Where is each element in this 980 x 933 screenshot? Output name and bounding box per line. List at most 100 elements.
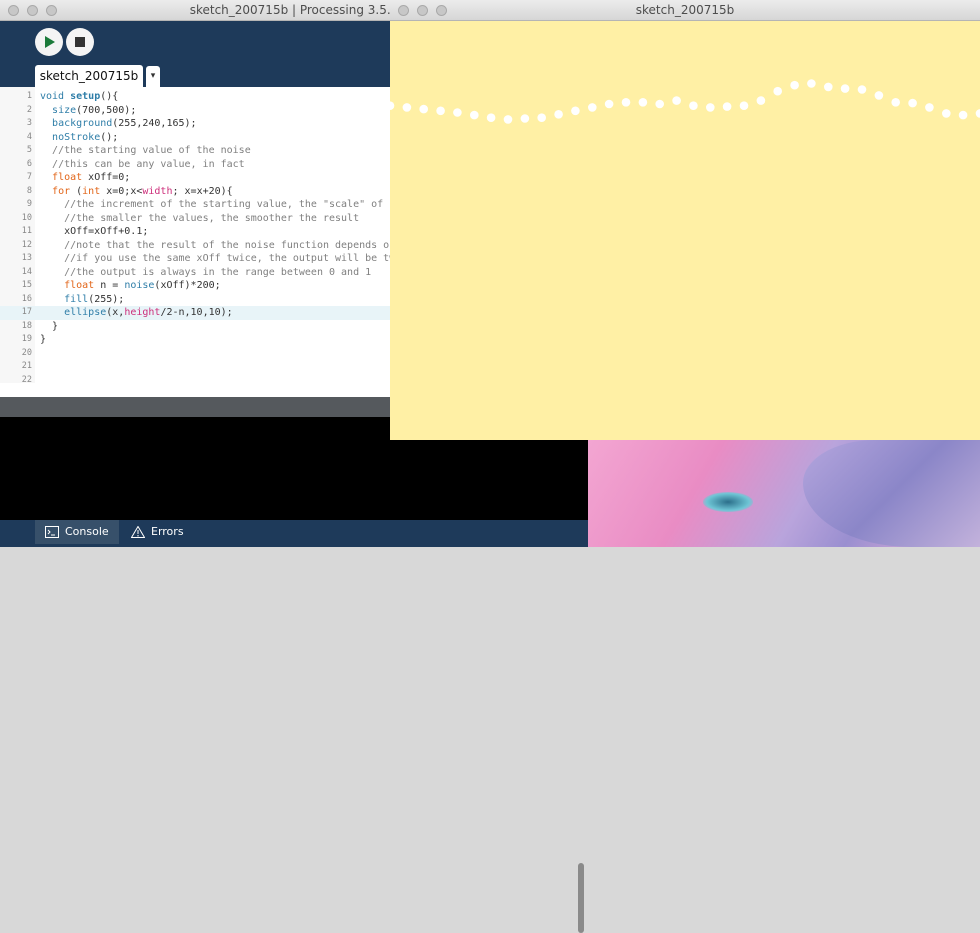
- noise-dot: [840, 84, 850, 93]
- code-text: noStroke();: [52, 131, 119, 143]
- zoom-window-button[interactable]: [46, 5, 57, 16]
- noise-dot: [874, 91, 884, 100]
- close-window-button[interactable]: [398, 5, 409, 16]
- noise-dot: [942, 109, 951, 118]
- sketch-canvas[interactable]: [390, 21, 980, 440]
- code-text: //this can be any value, in fact: [52, 158, 245, 170]
- code-text: }: [40, 320, 59, 332]
- noise-dot: [790, 80, 799, 90]
- tab-console-label: Console: [65, 525, 109, 538]
- noise-dot: [857, 85, 867, 94]
- noise-dot: [537, 113, 546, 122]
- sketch-window-title: sketch_200715b: [635, 3, 735, 17]
- line-number: 13: [21, 253, 32, 263]
- desktop-wallpaper: [588, 440, 980, 547]
- bottom-tab-bar: Console Errors: [0, 520, 588, 547]
- play-icon: [45, 36, 55, 48]
- noise-dot: [807, 79, 816, 88]
- tab-errors-label: Errors: [151, 525, 184, 538]
- noise-dot: [470, 110, 479, 120]
- close-window-button[interactable]: [8, 5, 19, 16]
- noise-dot: [689, 101, 698, 110]
- code-text: for (int x=0;x<width; x=x+20){: [52, 185, 233, 197]
- line-number: 11: [21, 226, 32, 236]
- line-number: 9: [26, 199, 32, 209]
- noise-dot: [486, 113, 496, 122]
- line-number: 6: [26, 158, 32, 169]
- code-text: xOff=xOff+0.1;: [40, 226, 149, 237]
- line-number: 22: [21, 374, 32, 384]
- line-number: 1: [26, 91, 32, 101]
- noise-dot: [453, 108, 462, 117]
- line-number: 8: [26, 185, 32, 196]
- noise-dot: [925, 103, 934, 112]
- code-text: ellipse(x,height/2-n,10,10);: [64, 307, 233, 318]
- noise-dot: [756, 96, 766, 105]
- noise-dot: [824, 82, 833, 92]
- code-text: void setup(){: [40, 91, 119, 102]
- run-button[interactable]: [35, 28, 63, 56]
- line-number: 2: [26, 104, 32, 115]
- line-number: 5: [26, 145, 32, 155]
- line-number: 12: [21, 239, 32, 250]
- code-text: }: [40, 334, 47, 345]
- noise-dot: [588, 103, 597, 112]
- minimize-window-button[interactable]: [27, 5, 38, 16]
- noise-dot: [390, 101, 395, 110]
- line-number: 7: [26, 172, 32, 182]
- stop-icon: [75, 37, 85, 47]
- noise-dot: [975, 109, 980, 118]
- tab-menu-button[interactable]: ▾: [146, 66, 160, 87]
- noise-dot: [722, 102, 732, 111]
- noise-dots: [390, 79, 980, 124]
- noise-dot: [604, 99, 614, 109]
- console-icon: [45, 526, 59, 538]
- ide-window-title: sketch_200715b | Processing 3.5.4: [189, 3, 399, 17]
- line-number: 18: [21, 320, 32, 331]
- code-text: float n = noise(xOff)*200;: [64, 280, 221, 291]
- window-controls: [8, 5, 57, 16]
- code-text: background(255,240,165);: [52, 118, 197, 129]
- line-number: 20: [21, 347, 32, 358]
- noise-dot: [520, 114, 530, 123]
- wallpaper-blob: [703, 492, 753, 512]
- noise-dot: [672, 96, 681, 105]
- code-text: //if you use the same xOff twice, the ou…: [64, 253, 414, 264]
- sketch-window: sketch_200715b: [390, 0, 980, 440]
- code-text: float xOff=0;: [52, 172, 131, 183]
- tab-errors[interactable]: Errors: [121, 520, 197, 544]
- noise-dot: [773, 86, 782, 96]
- line-number: 3: [26, 118, 32, 128]
- line-number: 19: [21, 334, 32, 344]
- noise-dot: [554, 110, 563, 119]
- warning-icon: [131, 526, 145, 538]
- noise-dot: [908, 98, 917, 108]
- noise-dot: [621, 98, 631, 107]
- wallpaper-swirl: [803, 440, 980, 547]
- noise-dot: [739, 101, 749, 110]
- noise-dot: [891, 98, 900, 107]
- noise-dot: [638, 98, 648, 107]
- noise-dot: [571, 106, 580, 116]
- line-number: 4: [26, 131, 32, 142]
- code-text: //the output is always in the range betw…: [64, 266, 372, 278]
- line-number: 21: [21, 361, 32, 371]
- tab-console[interactable]: Console: [35, 520, 119, 544]
- sketch-titlebar[interactable]: sketch_200715b: [390, 0, 980, 21]
- noise-dot: [706, 103, 715, 112]
- line-number: 16: [21, 293, 32, 304]
- noise-dot: [958, 110, 968, 120]
- noise-dot: [419, 104, 428, 114]
- minimize-window-button[interactable]: [417, 5, 428, 16]
- code-text: size(700,500);: [52, 104, 137, 116]
- code-text: fill(255);: [64, 293, 125, 305]
- zoom-window-button[interactable]: [436, 5, 447, 16]
- noise-dot: [503, 115, 513, 124]
- stop-button[interactable]: [66, 28, 94, 56]
- line-number: 14: [21, 266, 32, 277]
- code-text: //the increment of the starting value, t…: [64, 199, 420, 210]
- line-number: 15: [21, 280, 32, 290]
- tab-sketch[interactable]: sketch_200715b: [35, 65, 143, 87]
- console-scrollbar[interactable]: [578, 863, 584, 933]
- noise-dot: [402, 103, 412, 112]
